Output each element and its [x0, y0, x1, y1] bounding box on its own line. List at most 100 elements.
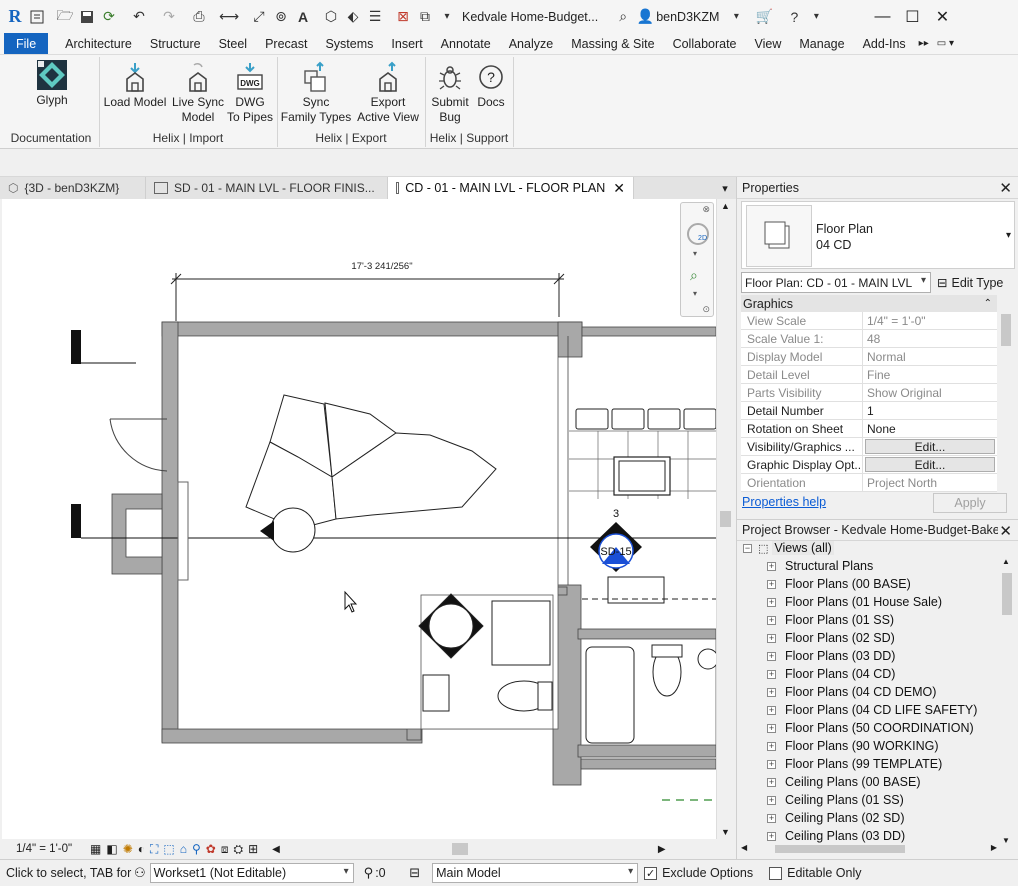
undo-icon[interactable]: ↶: [128, 6, 150, 28]
browser-tree-item[interactable]: + Ceiling Plans (01 SS): [767, 791, 904, 809]
tab-structure[interactable]: Structure: [141, 33, 210, 54]
browser-tree-item[interactable]: + Floor Plans (04 CD LIFE SAFETY): [767, 701, 977, 719]
browser-tree-item[interactable]: + Floor Plans (03 DD): [767, 647, 895, 665]
tab-analyze[interactable]: Analyze: [500, 33, 562, 54]
design-options-icon[interactable]: ⊟: [409, 865, 420, 881]
expand-node-icon[interactable]: +: [767, 561, 776, 571]
crop-view-icon[interactable]: ⛶: [150, 842, 158, 857]
tab-manage[interactable]: Manage: [790, 33, 853, 54]
browser-hscrollbar[interactable]: ◀ ▶: [741, 843, 997, 855]
switch-windows-icon[interactable]: ⧉: [414, 6, 436, 28]
help-icon[interactable]: ?: [783, 6, 805, 28]
print-icon[interactable]: ⎙: [188, 6, 210, 28]
text-icon[interactable]: A: [292, 6, 314, 28]
visual-style-icon[interactable]: ◧: [106, 842, 117, 856]
level-marker[interactable]: [71, 330, 81, 364]
expand-node-icon[interactable]: +: [767, 741, 776, 751]
load-model-button[interactable]: Load Model: [102, 61, 168, 110]
sun-path-icon[interactable]: ✺: [123, 842, 133, 856]
tab-architecture[interactable]: Architecture: [56, 33, 141, 54]
close-properties-icon[interactable]: ✕: [999, 179, 1012, 197]
dimension-line[interactable]: [170, 273, 565, 321]
help-dropdown-icon[interactable]: ▾: [805, 6, 827, 28]
browser-tree-item[interactable]: + Floor Plans (00 BASE): [767, 575, 911, 593]
browser-tree-item[interactable]: + Ceiling Plans (02 SD): [767, 809, 905, 827]
zoom-region-icon[interactable]: ⌕: [690, 267, 698, 284]
exclude-options-checkbox[interactable]: ✓: [644, 866, 658, 880]
expand-node-icon[interactable]: +: [767, 651, 776, 661]
property-row[interactable]: Detail Level Fine: [741, 366, 997, 384]
worksharing-display-icon[interactable]: ⛭: [234, 842, 244, 857]
tab-massing-site[interactable]: Massing & Site: [562, 33, 663, 54]
tab-collaborate[interactable]: Collaborate: [664, 33, 746, 54]
close-tab-icon[interactable]: ✕: [613, 180, 625, 197]
navigation-bar[interactable]: ⊗ 2D ▾ ⌕ ▾ ⊙: [680, 202, 714, 317]
property-row[interactable]: Detail Number 1: [741, 402, 997, 420]
open-folder-icon[interactable]: 🗁: [54, 6, 76, 28]
expand-node-icon[interactable]: +: [767, 831, 776, 841]
tab-file[interactable]: File: [4, 33, 49, 54]
browser-tree-item[interactable]: + Floor Plans (02 SD): [767, 629, 895, 647]
floor-plan-drawing[interactable]: 17'-3 241/256" SD-15 3: [2, 199, 716, 839]
type-dropdown-icon[interactable]: ▾: [1006, 230, 1011, 241]
expand-node-icon[interactable]: +: [767, 795, 776, 805]
expand-node-icon[interactable]: +: [767, 759, 776, 769]
view-tab-sd-floor-finish[interactable]: SD - 01 - MAIN LVL - FLOOR FINIS...: [146, 177, 388, 199]
submit-bug-button[interactable]: Submit Bug: [428, 61, 472, 125]
property-row[interactable]: Graphic Display Opt... Edit...: [741, 456, 997, 474]
nav-options-icon[interactable]: ⊙: [702, 304, 710, 315]
redo-icon[interactable]: ↷: [158, 6, 180, 28]
edit-type-button[interactable]: ⊟ Edit Type: [937, 272, 1003, 293]
property-row[interactable]: Orientation Project North: [741, 474, 997, 492]
maximize-icon[interactable]: ☐: [897, 6, 927, 28]
user-name[interactable]: benD3KZM: [656, 10, 719, 24]
property-value[interactable]: 1: [863, 402, 997, 419]
minimize-icon[interactable]: —: [867, 6, 897, 28]
glyph-button[interactable]: Glyph: [26, 59, 78, 108]
dimension-text[interactable]: 17'-3 241/256": [351, 261, 412, 272]
measure-icon[interactable]: ⟷: [218, 6, 240, 28]
view-scale-button[interactable]: 1/4" = 1'-0": [16, 843, 82, 855]
docs-button[interactable]: ? Docs: [472, 61, 510, 110]
browser-tree-item[interactable]: + Ceiling Plans (00 BASE): [767, 773, 920, 791]
scroll-down-icon[interactable]: ▼: [721, 827, 730, 837]
aligned-dimension-icon[interactable]: ⤢: [248, 6, 270, 28]
home-icon[interactable]: [26, 6, 48, 28]
expand-node-icon[interactable]: +: [767, 615, 776, 625]
drawing-canvas[interactable]: 17'-3 241/256" SD-15 3 ⊗ 2D ▾ ⌕ ▾ ⊙: [2, 199, 716, 839]
browser-vscrollbar[interactable]: ▲ ▼: [999, 557, 1015, 845]
canvas-horizontal-scrollbar[interactable]: [284, 843, 654, 855]
browser-tree-item[interactable]: + Floor Plans (01 SS): [767, 611, 894, 629]
properties-help-link[interactable]: Properties help: [742, 495, 826, 509]
hscroll-thumb[interactable]: [451, 843, 468, 855]
properties-scrollbar[interactable]: [999, 312, 1013, 490]
shadows-icon[interactable]: ◐: [138, 842, 145, 856]
browser-tree-item[interactable]: + Floor Plans (04 CD DEMO): [767, 683, 936, 701]
hscroll-left-icon[interactable]: ◀: [272, 844, 280, 855]
cart-icon[interactable]: 🛒: [753, 6, 775, 28]
property-value[interactable]: None: [863, 420, 997, 437]
collapse-node-icon[interactable]: −: [743, 543, 752, 553]
user-dropdown-icon[interactable]: ▾: [725, 6, 747, 28]
browser-tree-item[interactable]: + Floor Plans (99 TEMPLATE): [767, 755, 942, 773]
expand-node-icon[interactable]: +: [767, 597, 776, 607]
binoculars-icon[interactable]: ⌕: [612, 6, 634, 28]
reveal-hidden-icon[interactable]: ✿: [206, 842, 216, 856]
show-crop-icon[interactable]: ⬚: [163, 842, 174, 856]
property-row[interactable]: View Scale 1/4" = 1'-0": [741, 312, 997, 330]
tag-icon[interactable]: ⊚: [270, 6, 292, 28]
more-tabs-icon[interactable]: ▸▸: [915, 33, 933, 54]
property-row[interactable]: Display Model Normal: [741, 348, 997, 366]
property-row[interactable]: Scale Value 1: 48: [741, 330, 997, 348]
close-window-icon[interactable]: ✕: [927, 6, 957, 28]
live-sync-model-button[interactable]: Live Sync Model: [170, 61, 226, 125]
expand-node-icon[interactable]: +: [767, 633, 776, 643]
tab-steel[interactable]: Steel: [210, 33, 257, 54]
ribbon-minimize-icon[interactable]: ▭ ▾: [933, 33, 958, 54]
scroll-up-icon[interactable]: ▲: [721, 201, 730, 211]
expand-node-icon[interactable]: +: [767, 669, 776, 679]
sync-family-types-button[interactable]: Sync Family Types: [280, 61, 352, 125]
worksets-icon[interactable]: ⚇: [134, 865, 146, 881]
browser-tree-item[interactable]: + Structural Plans: [767, 557, 873, 575]
revit-logo-icon[interactable]: R: [4, 6, 26, 28]
